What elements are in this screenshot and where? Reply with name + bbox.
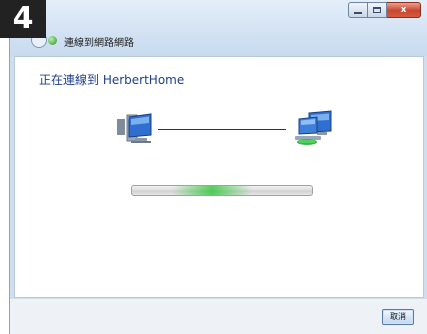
step-number-badge: 4	[0, 0, 46, 38]
networked-computers-icon	[295, 110, 332, 145]
minimize-icon	[354, 11, 362, 14]
connection-progress-bar	[131, 185, 313, 196]
connect-to-network-window: 連線到網路網路 x 正在連線到 HerbertHome 取消	[9, 0, 427, 334]
footer-bar: 取消	[10, 298, 427, 334]
close-icon: x	[400, 4, 407, 15]
connecting-heading: 正在連線到 HerbertHome	[39, 73, 185, 87]
maximize-icon	[373, 7, 381, 13]
minimize-button[interactable]	[348, 2, 368, 18]
cancel-button[interactable]: 取消	[382, 309, 414, 325]
connection-line	[158, 129, 286, 130]
close-button[interactable]: x	[387, 2, 421, 18]
network-status-icon	[48, 36, 57, 45]
title-bar: 連線到網路網路 x	[10, 0, 427, 56]
progress-indicator	[172, 186, 252, 195]
window-title: 連線到網路網路	[64, 38, 134, 49]
computer-icon	[117, 113, 152, 143]
caption-buttons: x	[348, 2, 421, 18]
main-content: 正在連線到 HerbertHome	[14, 56, 424, 298]
maximize-button[interactable]	[368, 2, 387, 18]
